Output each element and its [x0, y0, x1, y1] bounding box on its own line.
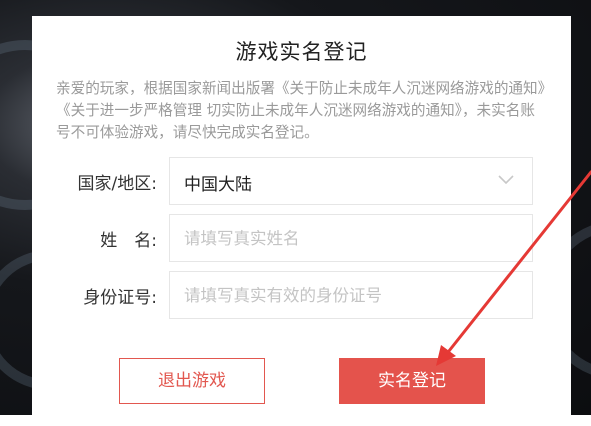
real-name-registration-dialog: 游戏实名登记 亲爱的玩家，根据国家新闻出版署《关于防止未成年人沉迷网络游戏的通知… [32, 16, 571, 426]
register-button[interactable]: 实名登记 [339, 358, 485, 404]
id-number-field [169, 271, 533, 319]
region-label: 国家/地区: [77, 174, 157, 194]
dialog-title: 游戏实名登记 [235, 40, 368, 64]
name-label: 姓 名: [100, 231, 157, 251]
region-value: 中国大陆 [184, 175, 252, 195]
region-select[interactable]: 中国大陆 [169, 157, 533, 205]
name-field [169, 214, 533, 262]
id-number-input[interactable] [170, 272, 532, 318]
id-number-label: 身份证号: [83, 288, 157, 308]
chevron-down-icon [498, 175, 514, 185]
name-row: 姓 名: [32, 214, 571, 262]
region-row: 国家/地区: 中国大陆 [32, 157, 571, 205]
notice-text: 亲爱的玩家，根据国家新闻出版署《关于防止未成年人沉迷网络游戏的通知》《关于进一步… [56, 80, 545, 141]
name-input[interactable] [170, 215, 532, 261]
exit-game-button[interactable]: 退出游戏 [119, 358, 265, 404]
id-number-row: 身份证号: [32, 271, 571, 319]
